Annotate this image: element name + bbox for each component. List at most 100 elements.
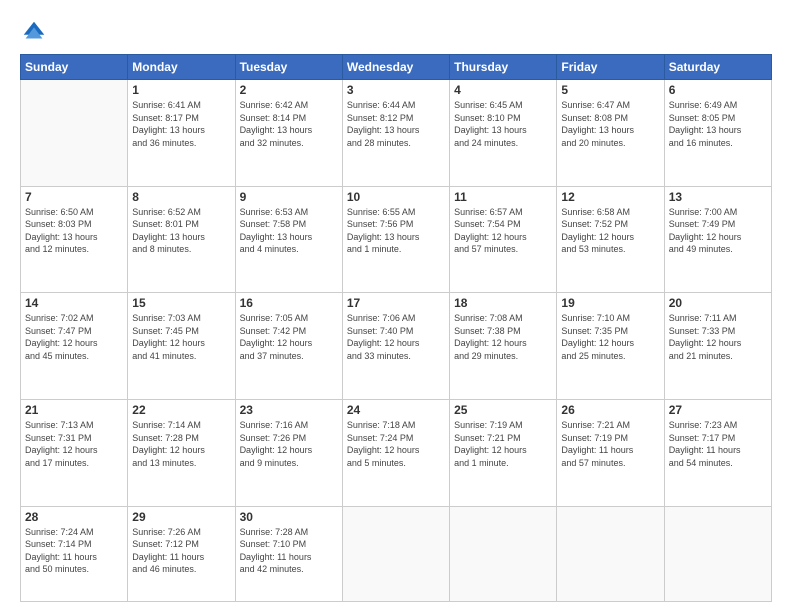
calendar-cell: 9Sunrise: 6:53 AM Sunset: 7:58 PM Daylig… bbox=[235, 186, 342, 293]
day-info: Sunrise: 7:16 AM Sunset: 7:26 PM Dayligh… bbox=[240, 419, 338, 469]
logo bbox=[20, 18, 54, 46]
calendar-cell: 2 Sunrise: 6:42 AM Sunset: 8:14 PM Daylig… bbox=[235, 80, 342, 187]
day-info: Sunrise: 6:49 AM Sunset: 8:05 PM Dayligh… bbox=[669, 99, 767, 149]
day-info: Sunrise: 7:19 AM Sunset: 7:21 PM Dayligh… bbox=[454, 419, 552, 469]
day-info: Sunrise: 7:14 AM Sunset: 7:28 PM Dayligh… bbox=[132, 419, 230, 469]
day-number: 9 bbox=[240, 190, 338, 204]
day-info: Sunrise: 6:41 AM Sunset: 8:17 PM Dayligh… bbox=[132, 99, 230, 149]
day-info: Sunrise: 7:23 AM Sunset: 7:17 PM Dayligh… bbox=[669, 419, 767, 469]
calendar-cell: 1 Sunrise: 6:41 AM Sunset: 8:17 PM Daylig… bbox=[128, 80, 235, 187]
calendar-table: SundayMondayTuesdayWednesdayThursdayFrid… bbox=[20, 54, 772, 602]
calendar-cell: 11Sunrise: 6:57 AM Sunset: 7:54 PM Dayli… bbox=[450, 186, 557, 293]
calendar-cell: 19 Sunrise: 7:10 AM Sunset: 7:35 PM Dayli… bbox=[557, 293, 664, 400]
weekday-header: Wednesday bbox=[342, 55, 449, 80]
day-number: 8 bbox=[132, 190, 230, 204]
calendar-cell: 15Sunrise: 7:03 AM Sunset: 7:45 PM Dayli… bbox=[128, 293, 235, 400]
calendar-cell: 17Sunrise: 7:06 AM Sunset: 7:40 PM Dayli… bbox=[342, 293, 449, 400]
day-number: 3 bbox=[347, 83, 445, 97]
weekday-header: Saturday bbox=[664, 55, 771, 80]
day-number: 14 bbox=[25, 296, 123, 310]
calendar-cell: 10Sunrise: 6:55 AM Sunset: 7:56 PM Dayli… bbox=[342, 186, 449, 293]
day-info: Sunrise: 7:11 AM Sunset: 7:33 PM Dayligh… bbox=[669, 312, 767, 362]
day-number: 28 bbox=[25, 510, 123, 524]
day-number: 19 bbox=[561, 296, 659, 310]
calendar-cell: 24 Sunrise: 7:18 AM Sunset: 7:24 PM Dayli… bbox=[342, 399, 449, 506]
calendar-cell: 16 Sunrise: 7:05 AM Sunset: 7:42 PM Dayli… bbox=[235, 293, 342, 400]
calendar-cell bbox=[21, 80, 128, 187]
day-info: Sunrise: 7:28 AM Sunset: 7:10 PM Dayligh… bbox=[240, 526, 338, 576]
calendar-cell: 5 Sunrise: 6:47 AM Sunset: 8:08 PM Daylig… bbox=[557, 80, 664, 187]
day-info: Sunrise: 7:06 AM Sunset: 7:40 PM Dayligh… bbox=[347, 312, 445, 362]
day-info: Sunrise: 6:42 AM Sunset: 8:14 PM Dayligh… bbox=[240, 99, 338, 149]
day-number: 25 bbox=[454, 403, 552, 417]
day-info: Sunrise: 6:45 AM Sunset: 8:10 PM Dayligh… bbox=[454, 99, 552, 149]
day-number: 24 bbox=[347, 403, 445, 417]
calendar-cell: 20 Sunrise: 7:11 AM Sunset: 7:33 PM Dayli… bbox=[664, 293, 771, 400]
calendar-week-row: 1 Sunrise: 6:41 AM Sunset: 8:17 PM Daylig… bbox=[21, 80, 772, 187]
day-info: Sunrise: 6:50 AM Sunset: 8:03 PM Dayligh… bbox=[25, 206, 123, 256]
weekday-header: Tuesday bbox=[235, 55, 342, 80]
day-number: 6 bbox=[669, 83, 767, 97]
day-info: Sunrise: 7:18 AM Sunset: 7:24 PM Dayligh… bbox=[347, 419, 445, 469]
day-info: Sunrise: 7:08 AM Sunset: 7:38 PM Dayligh… bbox=[454, 312, 552, 362]
page: SundayMondayTuesdayWednesdayThursdayFrid… bbox=[0, 0, 792, 612]
day-info: Sunrise: 7:05 AM Sunset: 7:42 PM Dayligh… bbox=[240, 312, 338, 362]
calendar-cell bbox=[450, 506, 557, 601]
calendar-week-row: 7 Sunrise: 6:50 AM Sunset: 8:03 PM Daylig… bbox=[21, 186, 772, 293]
day-number: 22 bbox=[132, 403, 230, 417]
day-number: 5 bbox=[561, 83, 659, 97]
day-number: 13 bbox=[669, 190, 767, 204]
weekday-header: Monday bbox=[128, 55, 235, 80]
day-number: 20 bbox=[669, 296, 767, 310]
day-number: 4 bbox=[454, 83, 552, 97]
day-info: Sunrise: 7:26 AM Sunset: 7:12 PM Dayligh… bbox=[132, 526, 230, 576]
calendar-cell bbox=[557, 506, 664, 601]
calendar-cell: 3 Sunrise: 6:44 AM Sunset: 8:12 PM Daylig… bbox=[342, 80, 449, 187]
calendar-cell: 4 Sunrise: 6:45 AM Sunset: 8:10 PM Daylig… bbox=[450, 80, 557, 187]
day-number: 23 bbox=[240, 403, 338, 417]
day-info: Sunrise: 6:44 AM Sunset: 8:12 PM Dayligh… bbox=[347, 99, 445, 149]
day-info: Sunrise: 7:02 AM Sunset: 7:47 PM Dayligh… bbox=[25, 312, 123, 362]
day-number: 29 bbox=[132, 510, 230, 524]
day-number: 26 bbox=[561, 403, 659, 417]
calendar-week-row: 14 Sunrise: 7:02 AM Sunset: 7:47 PM Dayli… bbox=[21, 293, 772, 400]
calendar-cell: 27 Sunrise: 7:23 AM Sunset: 7:17 PM Dayli… bbox=[664, 399, 771, 506]
logo-icon bbox=[20, 18, 48, 46]
day-number: 10 bbox=[347, 190, 445, 204]
day-info: Sunrise: 6:52 AM Sunset: 8:01 PM Dayligh… bbox=[132, 206, 230, 256]
calendar-cell: 26 Sunrise: 7:21 AM Sunset: 7:19 PM Dayli… bbox=[557, 399, 664, 506]
day-number: 16 bbox=[240, 296, 338, 310]
calendar-cell bbox=[342, 506, 449, 601]
calendar-cell: 8 Sunrise: 6:52 AM Sunset: 8:01 PM Daylig… bbox=[128, 186, 235, 293]
day-number: 27 bbox=[669, 403, 767, 417]
calendar-cell: 29 Sunrise: 7:26 AM Sunset: 7:12 PM Dayli… bbox=[128, 506, 235, 601]
calendar-cell: 18Sunrise: 7:08 AM Sunset: 7:38 PM Dayli… bbox=[450, 293, 557, 400]
day-number: 1 bbox=[132, 83, 230, 97]
calendar-cell: 23 Sunrise: 7:16 AM Sunset: 7:26 PM Dayli… bbox=[235, 399, 342, 506]
day-info: Sunrise: 7:03 AM Sunset: 7:45 PM Dayligh… bbox=[132, 312, 230, 362]
day-number: 21 bbox=[25, 403, 123, 417]
header bbox=[20, 18, 772, 46]
calendar-cell: 12 Sunrise: 6:58 AM Sunset: 7:52 PM Dayli… bbox=[557, 186, 664, 293]
calendar-cell bbox=[664, 506, 771, 601]
day-info: Sunrise: 7:10 AM Sunset: 7:35 PM Dayligh… bbox=[561, 312, 659, 362]
day-info: Sunrise: 6:58 AM Sunset: 7:52 PM Dayligh… bbox=[561, 206, 659, 256]
day-number: 11 bbox=[454, 190, 552, 204]
calendar-cell: 13Sunrise: 7:00 AM Sunset: 7:49 PM Dayli… bbox=[664, 186, 771, 293]
day-number: 2 bbox=[240, 83, 338, 97]
day-number: 12 bbox=[561, 190, 659, 204]
calendar-cell: 21Sunrise: 7:13 AM Sunset: 7:31 PM Dayli… bbox=[21, 399, 128, 506]
calendar-cell: 22 Sunrise: 7:14 AM Sunset: 7:28 PM Dayli… bbox=[128, 399, 235, 506]
calendar-cell: 14 Sunrise: 7:02 AM Sunset: 7:47 PM Dayli… bbox=[21, 293, 128, 400]
calendar-cell: 6 Sunrise: 6:49 AM Sunset: 8:05 PM Daylig… bbox=[664, 80, 771, 187]
weekday-header: Sunday bbox=[21, 55, 128, 80]
calendar-cell: 7 Sunrise: 6:50 AM Sunset: 8:03 PM Daylig… bbox=[21, 186, 128, 293]
day-info: Sunrise: 6:47 AM Sunset: 8:08 PM Dayligh… bbox=[561, 99, 659, 149]
calendar-cell: 28Sunrise: 7:24 AM Sunset: 7:14 PM Dayli… bbox=[21, 506, 128, 601]
calendar-cell: 30 Sunrise: 7:28 AM Sunset: 7:10 PM Dayli… bbox=[235, 506, 342, 601]
day-number: 7 bbox=[25, 190, 123, 204]
weekday-header: Thursday bbox=[450, 55, 557, 80]
calendar-header-row: SundayMondayTuesdayWednesdayThursdayFrid… bbox=[21, 55, 772, 80]
day-number: 30 bbox=[240, 510, 338, 524]
day-info: Sunrise: 7:21 AM Sunset: 7:19 PM Dayligh… bbox=[561, 419, 659, 469]
